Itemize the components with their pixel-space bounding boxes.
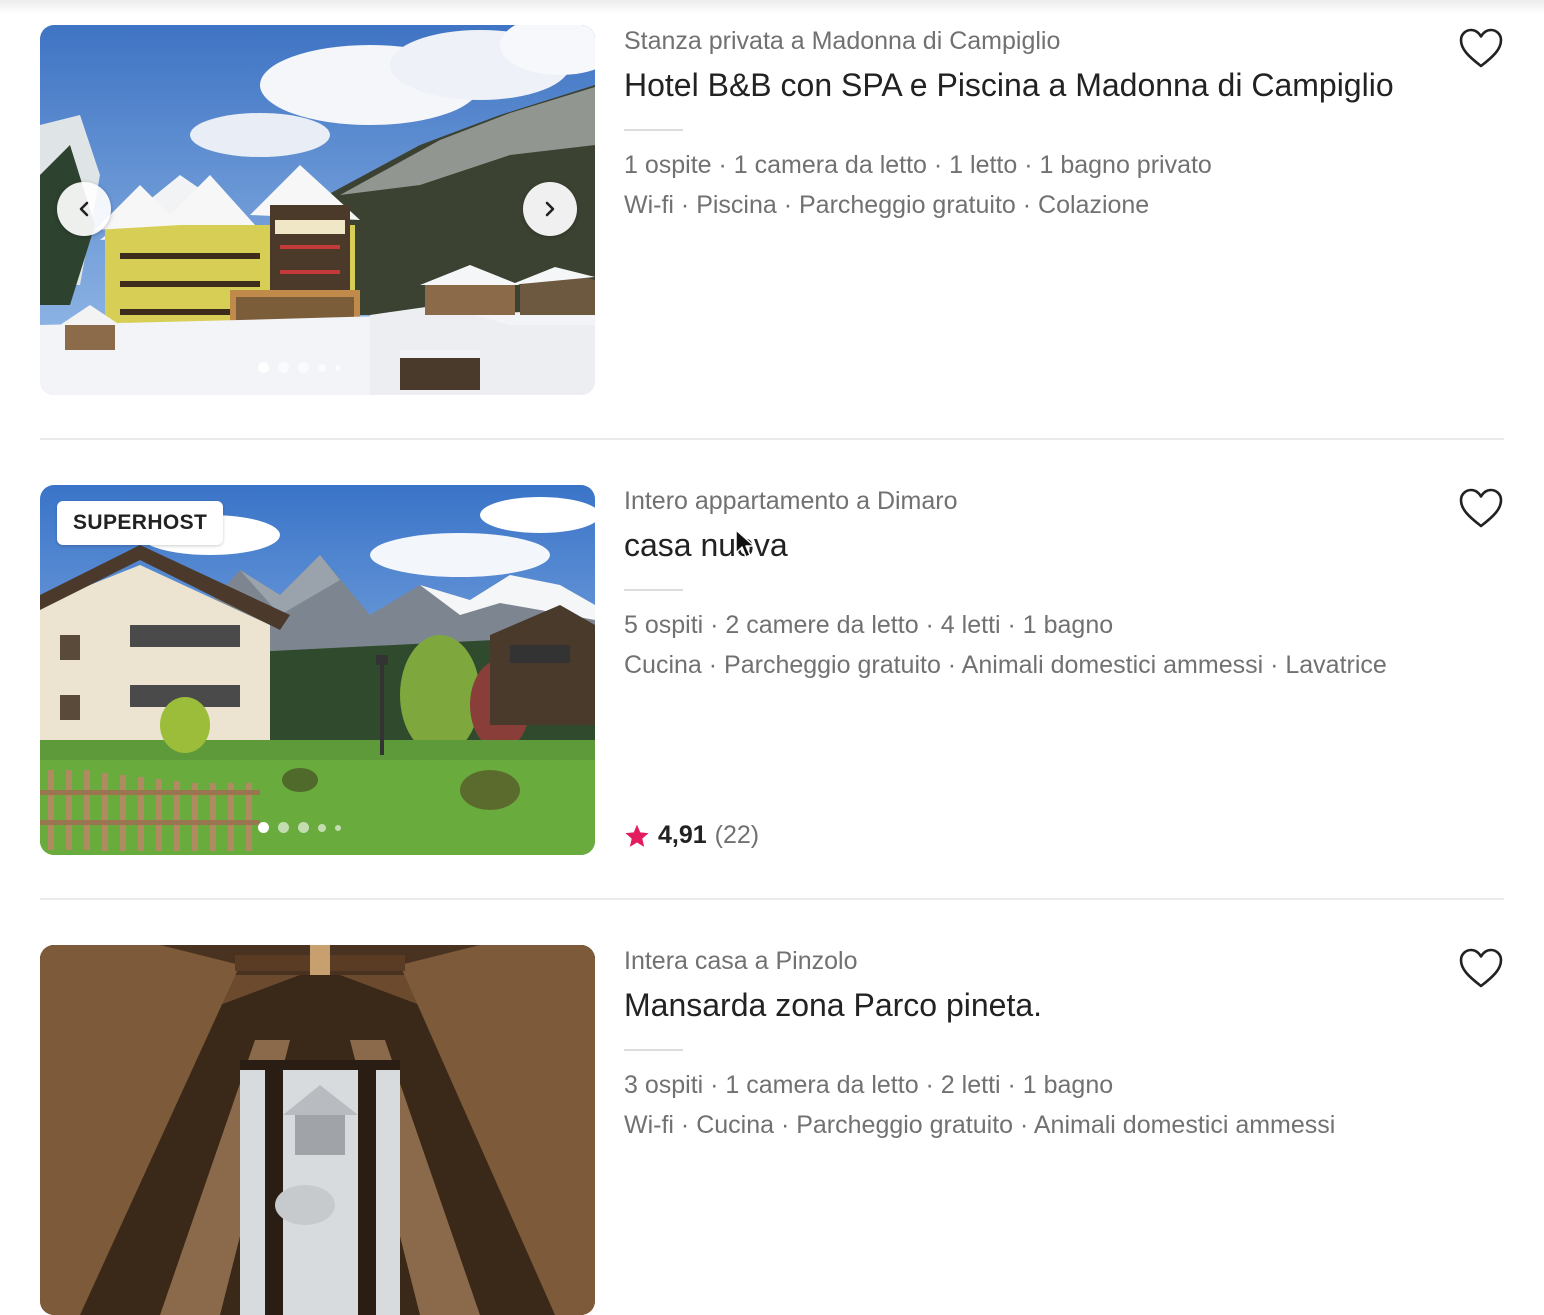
star-icon [625, 824, 649, 847]
heart-outline-icon[interactable] [1458, 487, 1504, 529]
listing-card[interactable]: Stanza privata a Madonna di Campiglio Ho… [40, 25, 1504, 395]
listing-subtitle: Intera casa a Pinzolo [624, 947, 858, 975]
title-separator [624, 589, 683, 591]
title-separator [624, 129, 683, 131]
next-photo-button[interactable] [523, 182, 577, 236]
chevron-left-icon [79, 201, 89, 217]
listing-divider [40, 438, 1504, 440]
listing-card[interactable]: SUPERHOST Intero appartamento a Dimaro c… [40, 485, 1504, 855]
pagination-dot[interactable] [258, 822, 269, 833]
listing-subtitle: Stanza privata a Madonna di Campiglio [624, 27, 1061, 55]
pagination-dot[interactable] [298, 362, 309, 373]
listing-title[interactable]: Mansarda zona Parco pineta. [624, 987, 1042, 1024]
listing-details: 3 ospiti · 1 camera da letto · 2 letti ·… [624, 1071, 1114, 1099]
pagination-dot[interactable] [298, 822, 309, 833]
listing-photo-carousel[interactable] [40, 25, 595, 395]
superhost-badge: SUPERHOST [57, 501, 224, 545]
listing-details: 1 ospite · 1 camera da letto · 1 letto ·… [624, 151, 1212, 179]
scroll-shadow [0, 0, 1544, 14]
pagination-dot[interactable] [335, 825, 341, 831]
pagination-dot[interactable] [318, 824, 326, 832]
listing-photo-carousel[interactable] [40, 945, 595, 1315]
pagination-dot[interactable] [318, 364, 326, 372]
pagination-dot[interactable] [335, 365, 341, 371]
listing-title[interactable]: Hotel B&B con SPA e Piscina a Madonna di… [624, 67, 1394, 104]
pagination-dot[interactable] [278, 822, 289, 833]
title-separator [624, 1049, 683, 1051]
heart-outline-icon[interactable] [1458, 947, 1504, 989]
heart-outline-icon[interactable] [1458, 27, 1504, 69]
chevron-right-icon [545, 201, 555, 217]
pagination-dot[interactable] [258, 362, 269, 373]
hotel-snow-photo [40, 25, 595, 395]
review-count: (22) [714, 821, 760, 849]
listing-amenities: Cucina · Parcheggio gratuito · Animali d… [624, 651, 1387, 679]
attic-window-photo [40, 945, 595, 1315]
listing-details: 5 ospiti · 2 camere da letto · 4 letti ·… [624, 611, 1114, 639]
listing-title[interactable]: casa nuova [624, 527, 788, 564]
listing-amenities: Wi-fi · Piscina · Parcheggio gratuito · … [624, 191, 1150, 219]
listing-photo-carousel[interactable]: SUPERHOST [40, 485, 595, 855]
listing-card[interactable]: Intera casa a Pinzolo Mansarda zona Parc… [40, 945, 1504, 1315]
photo-pagination-dots [40, 822, 577, 833]
photo-pagination-dots [40, 362, 577, 373]
pagination-dot[interactable] [278, 362, 289, 373]
listing-divider [40, 898, 1504, 900]
rating-score: 4,91 [658, 821, 707, 849]
listing-subtitle: Intero appartamento a Dimaro [624, 487, 958, 515]
listing-rating: 4,91 (22) [624, 821, 759, 850]
previous-photo-button[interactable] [57, 182, 111, 236]
mouse-cursor-icon [735, 529, 755, 558]
